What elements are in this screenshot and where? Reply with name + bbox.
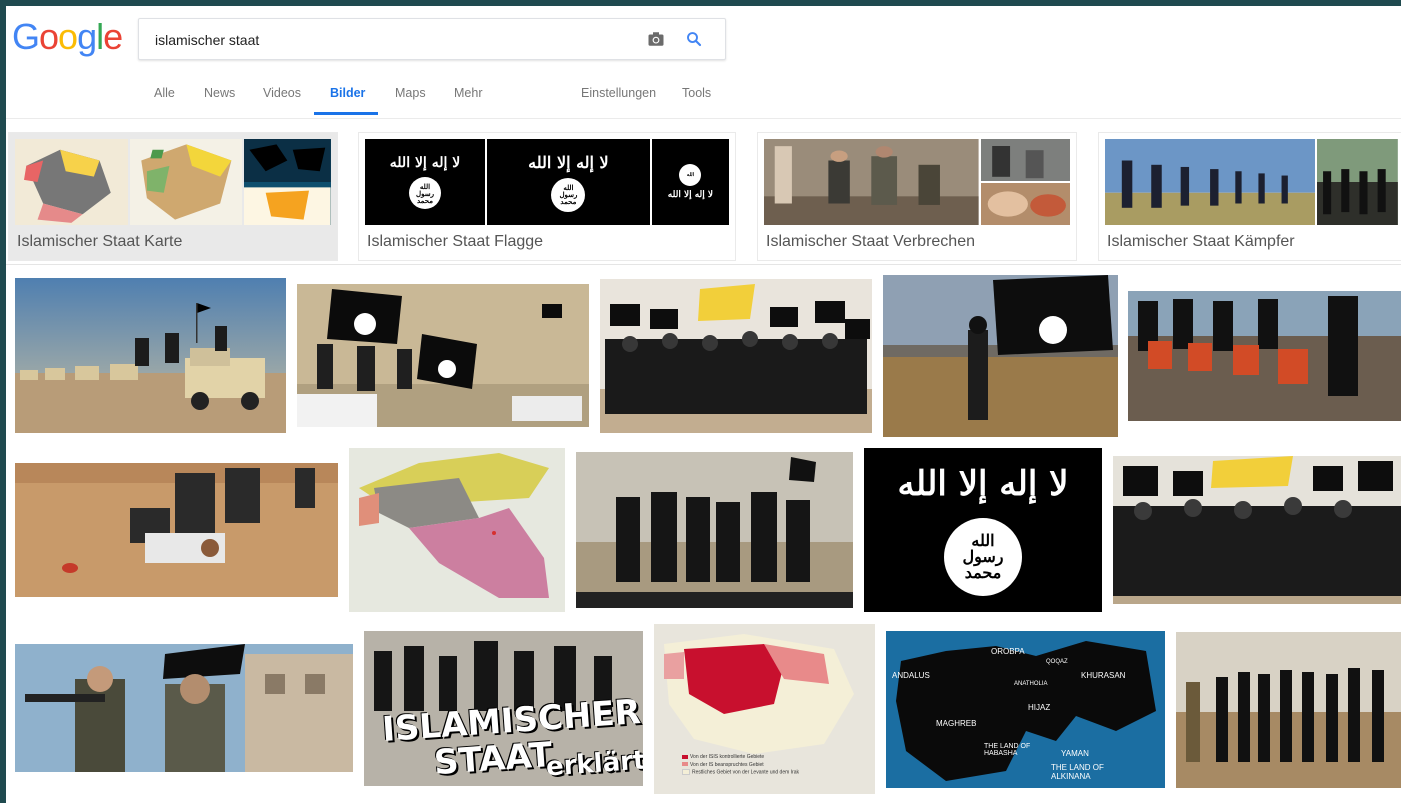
logo-letter: l [96, 16, 104, 57]
legend-item: Restliches Gebiet von der Levante und de… [682, 769, 799, 777]
related-label: Islamischer Staat Karte [17, 233, 183, 250]
legend-item: Von der IS beanspruchtes Gebiet [682, 762, 799, 770]
search-box [138, 18, 726, 61]
map-label: KHURASAN [1081, 671, 1126, 680]
camera-icon[interactable] [647, 30, 665, 48]
shahada-text: لا إله إلا الله [528, 152, 609, 172]
map-label: HIJAZ [1028, 703, 1051, 712]
tab-maps[interactable]: Maps [395, 86, 426, 100]
map-thumbnail [129, 139, 243, 225]
photo-thumbnail [1105, 139, 1316, 225]
image-result[interactable] [15, 463, 338, 597]
image-result[interactable] [349, 448, 565, 612]
map-thumbnail [244, 139, 332, 225]
tab-tools[interactable]: Tools [682, 86, 711, 100]
search-tabs: Alle News Videos Bilder Maps Mehr Einste… [6, 80, 1401, 119]
map-label: ANATHOLIA [1014, 681, 1048, 687]
seal-line: محمد [964, 563, 1002, 582]
active-tab-indicator [314, 112, 378, 115]
legend-label: Restliches Gebiet von der Levante und de… [692, 769, 800, 776]
tab-mehr[interactable]: Mehr [454, 86, 482, 100]
image-result-map-black[interactable]: ANDALUS OROBPA KHURASAN MAGHREB HIJAZ YA… [886, 631, 1165, 788]
photo-thumbnail [980, 139, 1070, 225]
related-thumbnails [764, 139, 1070, 225]
logo-letter: g [77, 16, 97, 57]
flag-thumbnail: لا إله إلا الله الله رسول محمد [365, 139, 485, 225]
map-label: ANDALUS [892, 671, 930, 680]
photo-thumbnail [764, 139, 979, 225]
seal: الله [679, 164, 702, 186]
related-thumbnails [1105, 139, 1398, 225]
related-label: Islamischer Staat Flagge [367, 233, 544, 250]
related-search-kaempfer[interactable]: Islamischer Staat Kämpfer [1098, 132, 1401, 261]
logo-letter: e [103, 16, 123, 57]
seal-line: محمد [417, 195, 433, 205]
shahada-text: لا إله إلا الله [389, 155, 461, 171]
map-label: YAMAN [1061, 749, 1089, 758]
flag-thumbnail: لا إله إلا الله الله رسول محمد [487, 139, 650, 225]
flag-thumbnail: الله لا إله إلا الله [651, 139, 729, 225]
image-result[interactable] [1113, 456, 1401, 604]
related-search-flagge[interactable]: لا إله إلا الله الله رسول محمد لا إله إلا … [358, 132, 736, 261]
image-result[interactable] [600, 279, 872, 433]
map-label: THE LAND OF HABASHA [984, 743, 1031, 757]
tab-alle[interactable]: Alle [154, 86, 175, 100]
seal: الله رسول محمد [409, 177, 441, 209]
map-label: OROBPA [991, 647, 1025, 656]
map-label: QOQAZ [1046, 659, 1068, 665]
seal: الله رسول محمد [944, 518, 1022, 596]
divider [6, 264, 1401, 265]
related-search-verbrechen[interactable]: Islamischer Staat Verbrechen [757, 132, 1077, 261]
related-search-karte[interactable]: Islamischer Staat Karte [8, 132, 338, 261]
image-result[interactable] [576, 452, 853, 608]
browser-content: Google Alle News Videos Bilder Maps Mehr… [6, 6, 1401, 803]
tab-bilder[interactable]: Bilder [330, 86, 365, 100]
seal-line: الله [686, 171, 695, 178]
search-icon[interactable] [685, 30, 703, 48]
seal-line: محمد [560, 197, 577, 206]
tab-news[interactable]: News [204, 86, 235, 100]
logo-letter: o [39, 16, 59, 57]
photo-thumbnail [1317, 139, 1398, 225]
search-input[interactable] [153, 19, 637, 61]
legend-item: Von der ISIS kontrollierte Gebiete [682, 754, 799, 762]
image-result-flag[interactable]: لا إله إلا الله الله رسول محمد [864, 448, 1102, 612]
image-result[interactable] [1128, 291, 1401, 421]
map-label: MAGHREB [936, 719, 977, 728]
related-label: Islamischer Staat Verbrechen [766, 233, 975, 250]
related-label: Islamischer Staat Kämpfer [1107, 233, 1295, 250]
map-label: THE LAND OF ALKINANA [1051, 763, 1104, 781]
image-result[interactable] [297, 284, 589, 427]
logo-letter: o [58, 16, 78, 57]
image-result[interactable] [1176, 632, 1401, 788]
image-result-map[interactable]: Von der ISIS kontrollierte Gebiete Von d… [654, 624, 875, 794]
legend-label: Von der IS beanspruchtes Gebiet [690, 761, 764, 768]
shahada-text: لا إله إلا الله [667, 190, 714, 200]
tab-videos[interactable]: Videos [263, 86, 301, 100]
legend-label: Von der ISIS kontrollierte Gebiete [690, 754, 765, 760]
google-logo[interactable]: Google [12, 16, 123, 58]
logo-letter: G [12, 16, 40, 57]
image-result[interactable] [15, 644, 353, 772]
seal: الله رسول محمد [551, 177, 586, 212]
related-thumbnails [15, 139, 332, 225]
tab-einstellungen[interactable]: Einstellungen [581, 86, 656, 100]
image-result-staat[interactable]: ISLAMISCHER STAAT erklärt [364, 631, 643, 786]
shahada-text: لا إله إلا الله [897, 464, 1069, 504]
image-result[interactable] [15, 278, 286, 433]
image-result[interactable] [883, 275, 1118, 437]
related-thumbnails: لا إله إلا الله الله رسول محمد لا إله إلا … [365, 139, 729, 225]
map-legend: Von der ISIS kontrollierte Gebiete Von d… [682, 754, 799, 777]
overlay-title: STAAT [432, 734, 554, 784]
map-thumbnail [15, 139, 128, 225]
